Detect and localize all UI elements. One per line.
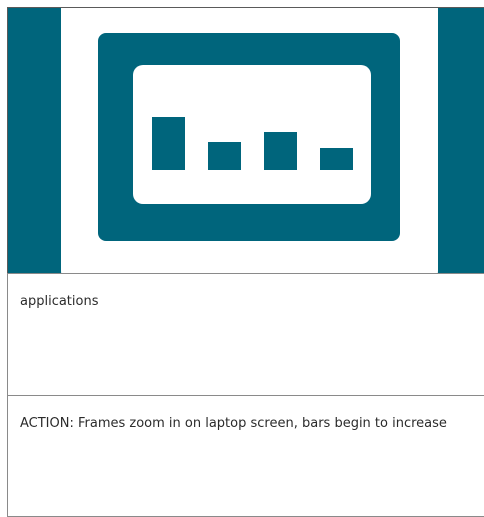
action-text: ACTION: Frames zoom in on laptop screen,… [20,416,447,431]
storyboard-frame [7,7,484,273]
action-row: ACTION: Frames zoom in on laptop screen,… [7,395,484,517]
laptop-screen [98,33,400,241]
description-row: applications [7,273,484,395]
chart-bar [320,148,353,170]
chart-bar [208,142,241,170]
storyboard-page: applications ACTION: Frames zoom in on l… [0,0,484,517]
chart-bar [264,132,297,170]
description-text: applications [20,294,99,309]
screen-display [133,65,371,204]
chart-bar [152,117,185,170]
